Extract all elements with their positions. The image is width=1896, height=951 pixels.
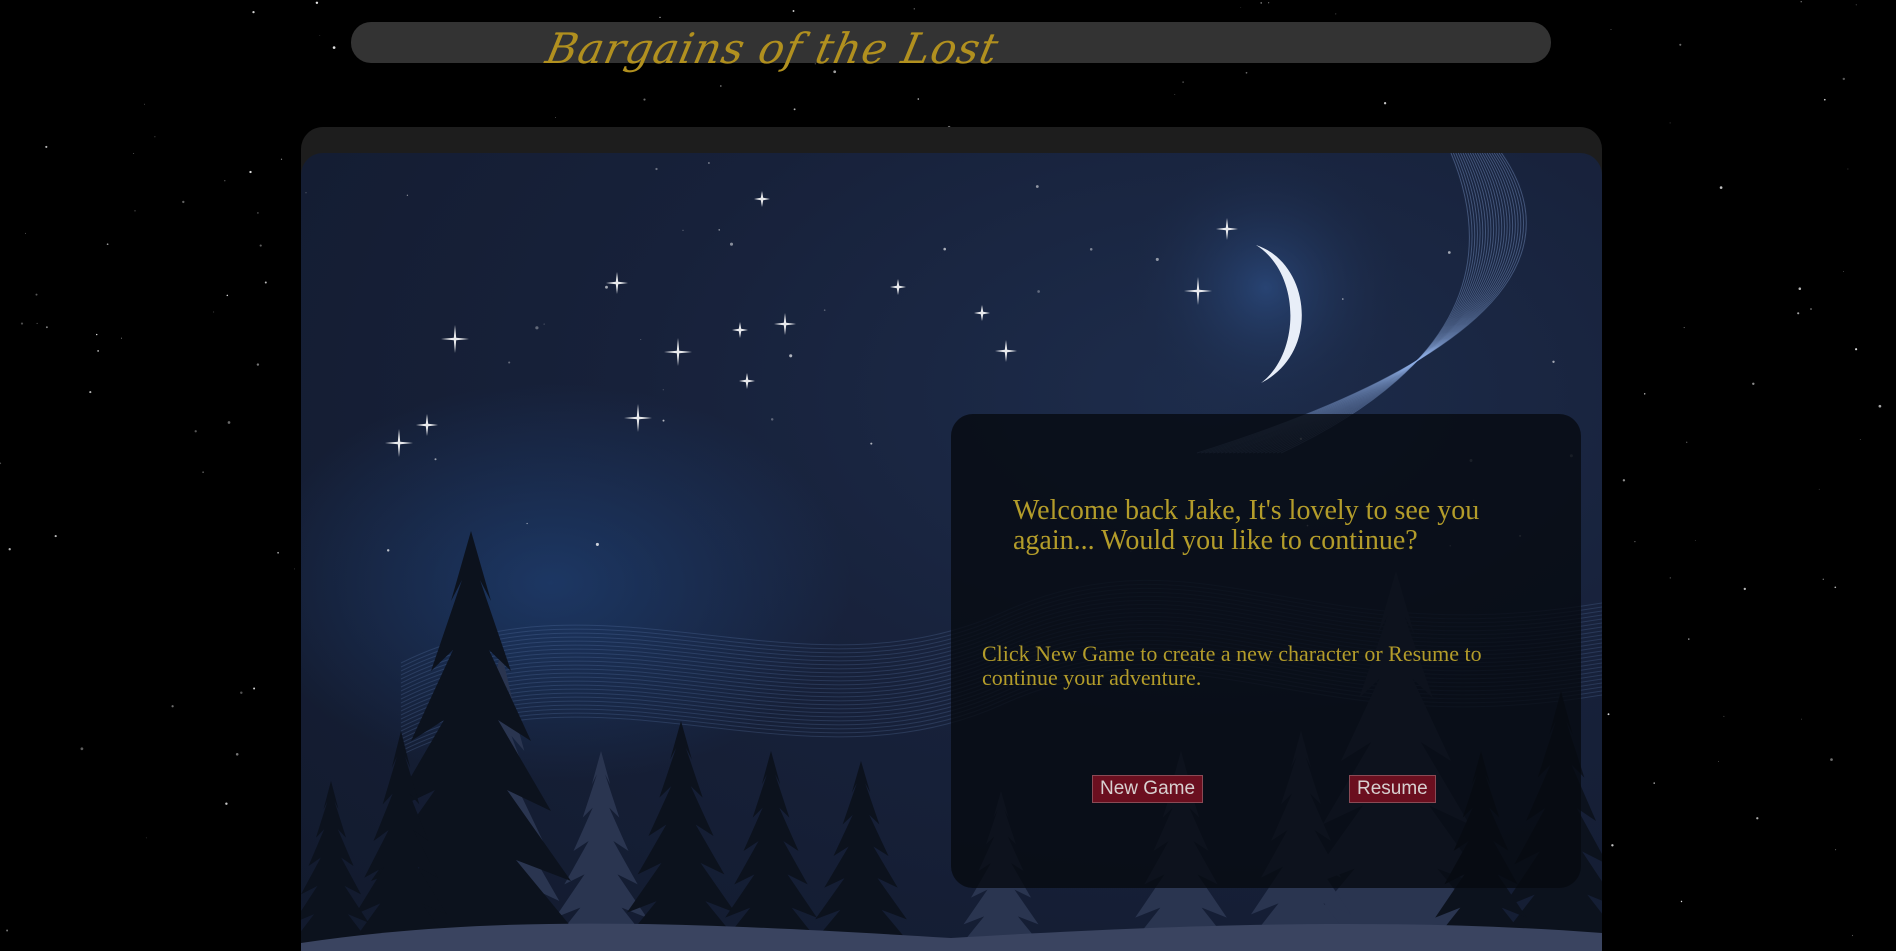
instructions-text: Click New Game to create a new character… xyxy=(982,641,1482,690)
header-bar: Bargains of the Lost xyxy=(351,22,1551,73)
welcome-message: Welcome back Jake, It's lovely to see yo… xyxy=(1013,495,1480,556)
new-game-button[interactable]: New Game xyxy=(1092,775,1204,803)
game-frame: Welcome back Jake, It's lovely to see yo… xyxy=(301,127,1602,951)
welcome-dialog: Welcome back Jake, It's lovely to see yo… xyxy=(951,414,1581,888)
resume-button[interactable]: Resume xyxy=(1349,775,1436,803)
site-logo[interactable]: Bargains of the Lost xyxy=(542,24,1004,73)
